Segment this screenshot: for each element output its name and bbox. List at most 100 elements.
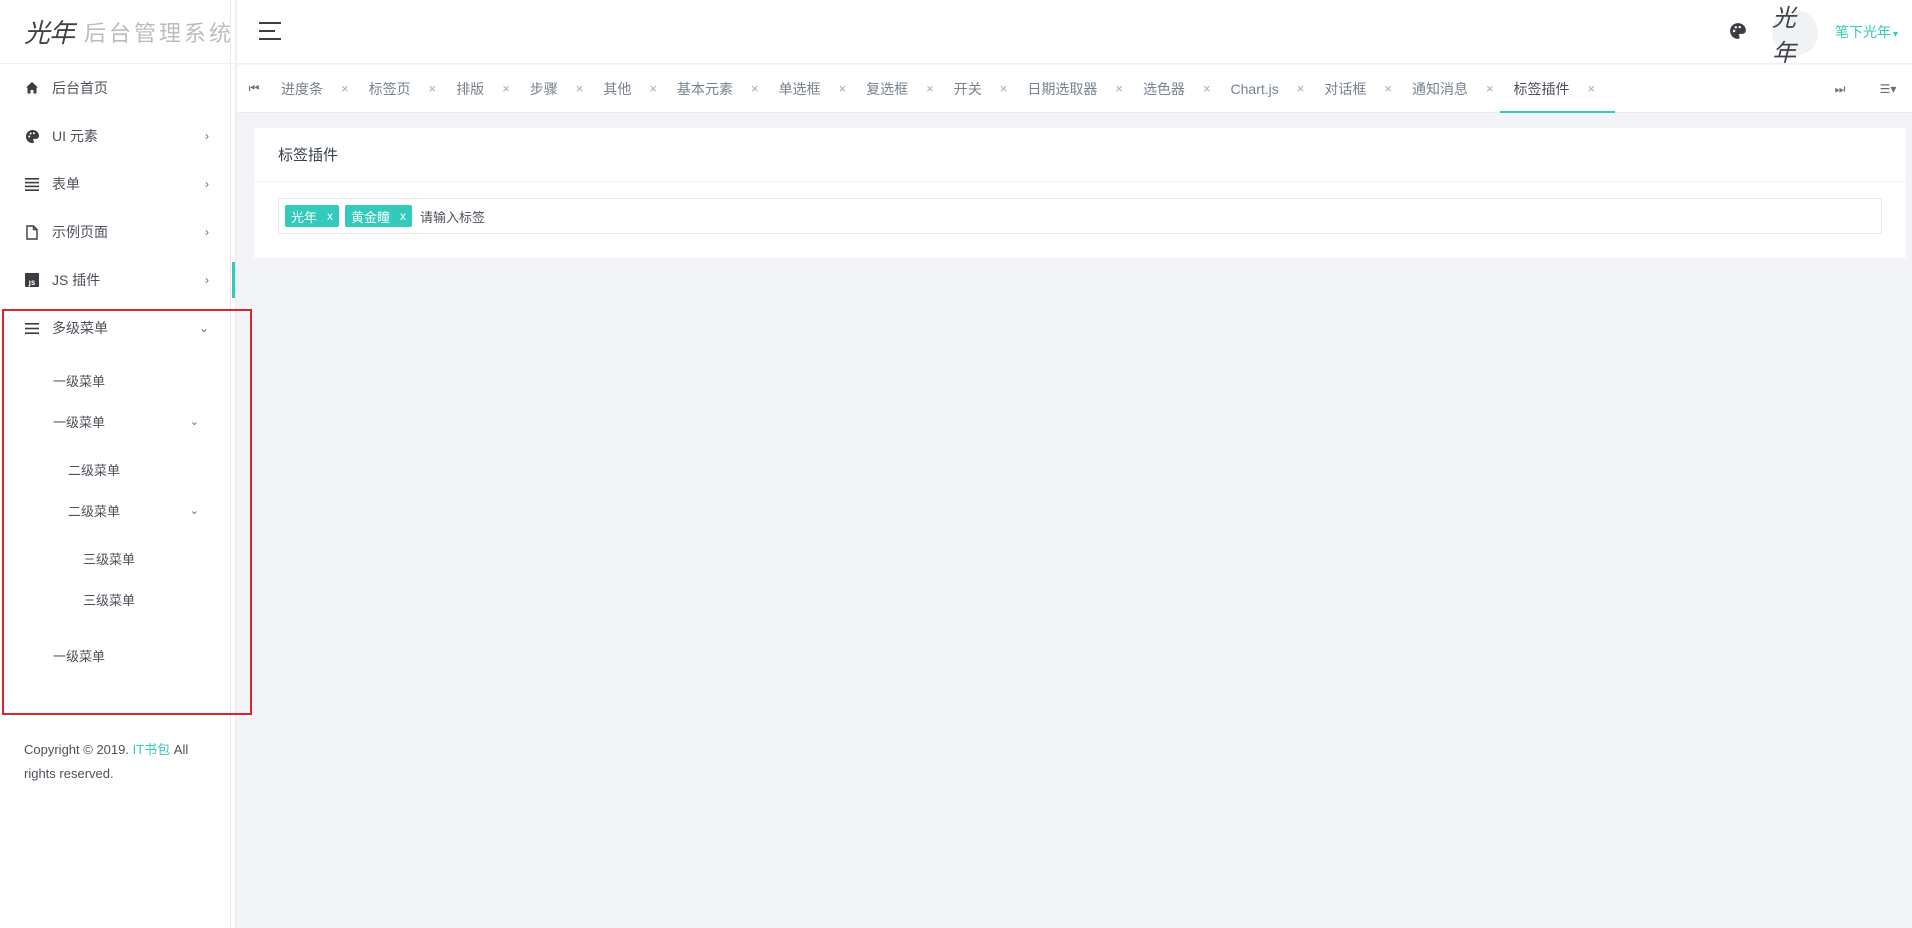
tab-close-icon[interactable]: × <box>1384 81 1392 96</box>
caret-down-icon: ▾ <box>1893 29 1899 40</box>
tab-label: 进度条 <box>281 80 323 97</box>
avatar[interactable]: 光年 <box>1772 4 1818 67</box>
tab-label: 开关 <box>953 80 982 97</box>
tab-other[interactable]: 其他 × <box>603 65 677 113</box>
palette-icon <box>24 128 40 144</box>
submenu-label: 一级菜单 <box>53 374 106 389</box>
logo-title: 后台管理系统 <box>84 20 235 46</box>
sidebar: 光年 后台管理系统 后台首页 UI 元素 › 表单 › 示例页面 › JS JS… <box>0 0 236 928</box>
tab-close-icon[interactable]: × <box>1297 81 1305 96</box>
copyright-prefix: Copyright © 2019. <box>24 742 133 757</box>
tab-close-icon[interactable]: × <box>839 81 847 96</box>
submenu-l1-item-expandable[interactable]: 一级菜单 ⌄ <box>0 401 235 442</box>
submenu-label: 三级菜单 <box>83 593 136 608</box>
tab-chartjs[interactable]: Chart.js × <box>1231 65 1325 113</box>
home-icon <box>24 80 40 96</box>
tag-remove-icon[interactable]: x <box>327 209 333 223</box>
tab-label: 基本元素 <box>676 80 733 97</box>
submenu-label: 一级菜单 <box>53 415 106 430</box>
submenu-l1-item[interactable]: 一级菜单 <box>0 635 235 676</box>
hamburger-menu-icon[interactable] <box>259 22 281 40</box>
tab-tags-plugin[interactable]: 标签插件 × <box>1499 65 1616 113</box>
theme-palette-icon[interactable] <box>1729 22 1747 40</box>
submenu-label: 一级菜单 <box>53 649 106 664</box>
tab-tabs[interactable]: 标签页 × <box>369 65 457 113</box>
tab-label: 选色器 <box>1142 80 1185 97</box>
file-icon <box>24 224 40 240</box>
tab-label: 其他 <box>603 80 632 97</box>
tab-datepicker[interactable]: 日期选取器 × <box>1027 65 1143 113</box>
tab-label: 日期选取器 <box>1027 80 1098 97</box>
chevron-right-icon: › <box>205 225 209 239</box>
tab-label: 标签插件 <box>1513 80 1570 97</box>
tab-label: 标签页 <box>368 80 411 97</box>
tab-close-icon[interactable]: × <box>751 81 759 96</box>
js-icon: JS <box>24 272 40 288</box>
sidebar-item-example-pages[interactable]: 示例页面 › <box>0 208 235 256</box>
tab-steps[interactable]: 步骤 × <box>530 65 604 113</box>
menu-icon <box>24 320 40 336</box>
tab-close-icon[interactable]: × <box>1486 81 1494 96</box>
tab-notifications[interactable]: 通知消息 × <box>1412 65 1514 113</box>
tab-menu-icon[interactable]: ☰▾ <box>1864 82 1912 96</box>
sidebar-item-label: UI 元素 <box>52 128 98 144</box>
tab-close-icon[interactable]: × <box>1000 81 1008 96</box>
sidebar-item-label: JS 插件 <box>52 272 101 288</box>
sidebar-item-ui-elements[interactable]: UI 元素 › <box>0 112 235 160</box>
tab-bar-controls: ⏭ ☰▾ <box>1816 65 1912 113</box>
sidebar-item-label: 多级菜单 <box>52 320 108 336</box>
submenu-l1-item[interactable]: 一级菜单 <box>0 360 235 401</box>
tab-dialog[interactable]: 对话框 × <box>1324 65 1412 113</box>
tab-checkbox[interactable]: 复选框 × <box>866 65 954 113</box>
submenu-l2-item-expandable[interactable]: 二级菜单 ⌄ <box>0 490 235 531</box>
logo[interactable]: 光年 后台管理系统 <box>0 0 235 64</box>
tab-close-icon[interactable]: × <box>502 81 510 96</box>
copyright-link[interactable]: IT书包 <box>133 742 171 757</box>
chevron-right-icon: › <box>205 273 209 287</box>
submenu-label: 二级菜单 <box>68 504 121 519</box>
tab-label: 通知消息 <box>1411 80 1468 97</box>
scroll-tabs-right-icon[interactable]: ⏭ <box>1816 82 1864 97</box>
sidebar-item-js-plugins[interactable]: JS JS 插件 › <box>0 256 235 304</box>
tag-input-placeholder[interactable]: 请输入标签 <box>420 207 485 226</box>
user-menu[interactable]: 笔下光年 ▾ <box>1835 22 1898 42</box>
tab-close-icon[interactable]: × <box>429 81 437 96</box>
tab-colorpicker[interactable]: 选色器 × <box>1143 65 1231 113</box>
tab-radio[interactable]: 单选框 × <box>779 65 867 113</box>
submenu-l3-item[interactable]: 三级菜单 <box>0 538 235 579</box>
scroll-tabs-left-icon[interactable]: ⏮ <box>237 81 271 96</box>
chevron-right-icon: › <box>205 129 209 143</box>
tab-close-icon[interactable]: × <box>926 81 934 96</box>
tab-close-icon[interactable]: × <box>1115 81 1123 96</box>
logo-mark: 光年 <box>24 19 75 49</box>
avatar-glyph: 光年 <box>1772 4 1796 67</box>
tab-switch[interactable]: 开关 × <box>954 65 1028 113</box>
list-icon <box>24 176 40 192</box>
sidebar-item-multilevel[interactable]: 多级菜单 ⌄ <box>0 304 235 352</box>
tab-close-icon[interactable]: × <box>1588 81 1596 96</box>
tags-plugin-card: 标签插件 光年 x 黄金瞳 x 请输入标签 <box>254 128 1906 258</box>
tab-progress[interactable]: 进度条 × <box>281 65 369 113</box>
tab-close-icon[interactable]: × <box>341 81 349 96</box>
copyright: Copyright © 2019. IT书包 All rights reserv… <box>24 738 214 786</box>
submenu-l2-item[interactable]: 二级菜单 <box>0 449 235 490</box>
tab-label: Chart.js <box>1230 80 1279 97</box>
tab-close-icon[interactable]: × <box>1203 81 1211 96</box>
username: 笔下光年 <box>1835 24 1891 40</box>
sidebar-item-forms[interactable]: 表单 › <box>0 160 235 208</box>
tag-remove-icon[interactable]: x <box>400 209 406 223</box>
chevron-down-icon: ⌄ <box>189 505 199 517</box>
sidebar-item-home[interactable]: 后台首页 <box>0 64 235 112</box>
chevron-down-icon: ⌄ <box>198 321 209 335</box>
tags-input[interactable]: 光年 x 黄金瞳 x 请输入标签 <box>278 198 1882 234</box>
tab-close-icon[interactable]: × <box>576 81 584 96</box>
tab-label: 步骤 <box>529 80 558 97</box>
tab-basic-elements[interactable]: 基本元素 × <box>677 65 779 113</box>
tab-close-icon[interactable]: × <box>649 81 657 96</box>
tab-typography[interactable]: 排版 × <box>456 65 530 113</box>
submenu-l3-item[interactable]: 三级菜单 <box>0 579 235 620</box>
tag-label: 黄金瞳 <box>351 209 391 225</box>
tab-label: 排版 <box>456 80 485 97</box>
